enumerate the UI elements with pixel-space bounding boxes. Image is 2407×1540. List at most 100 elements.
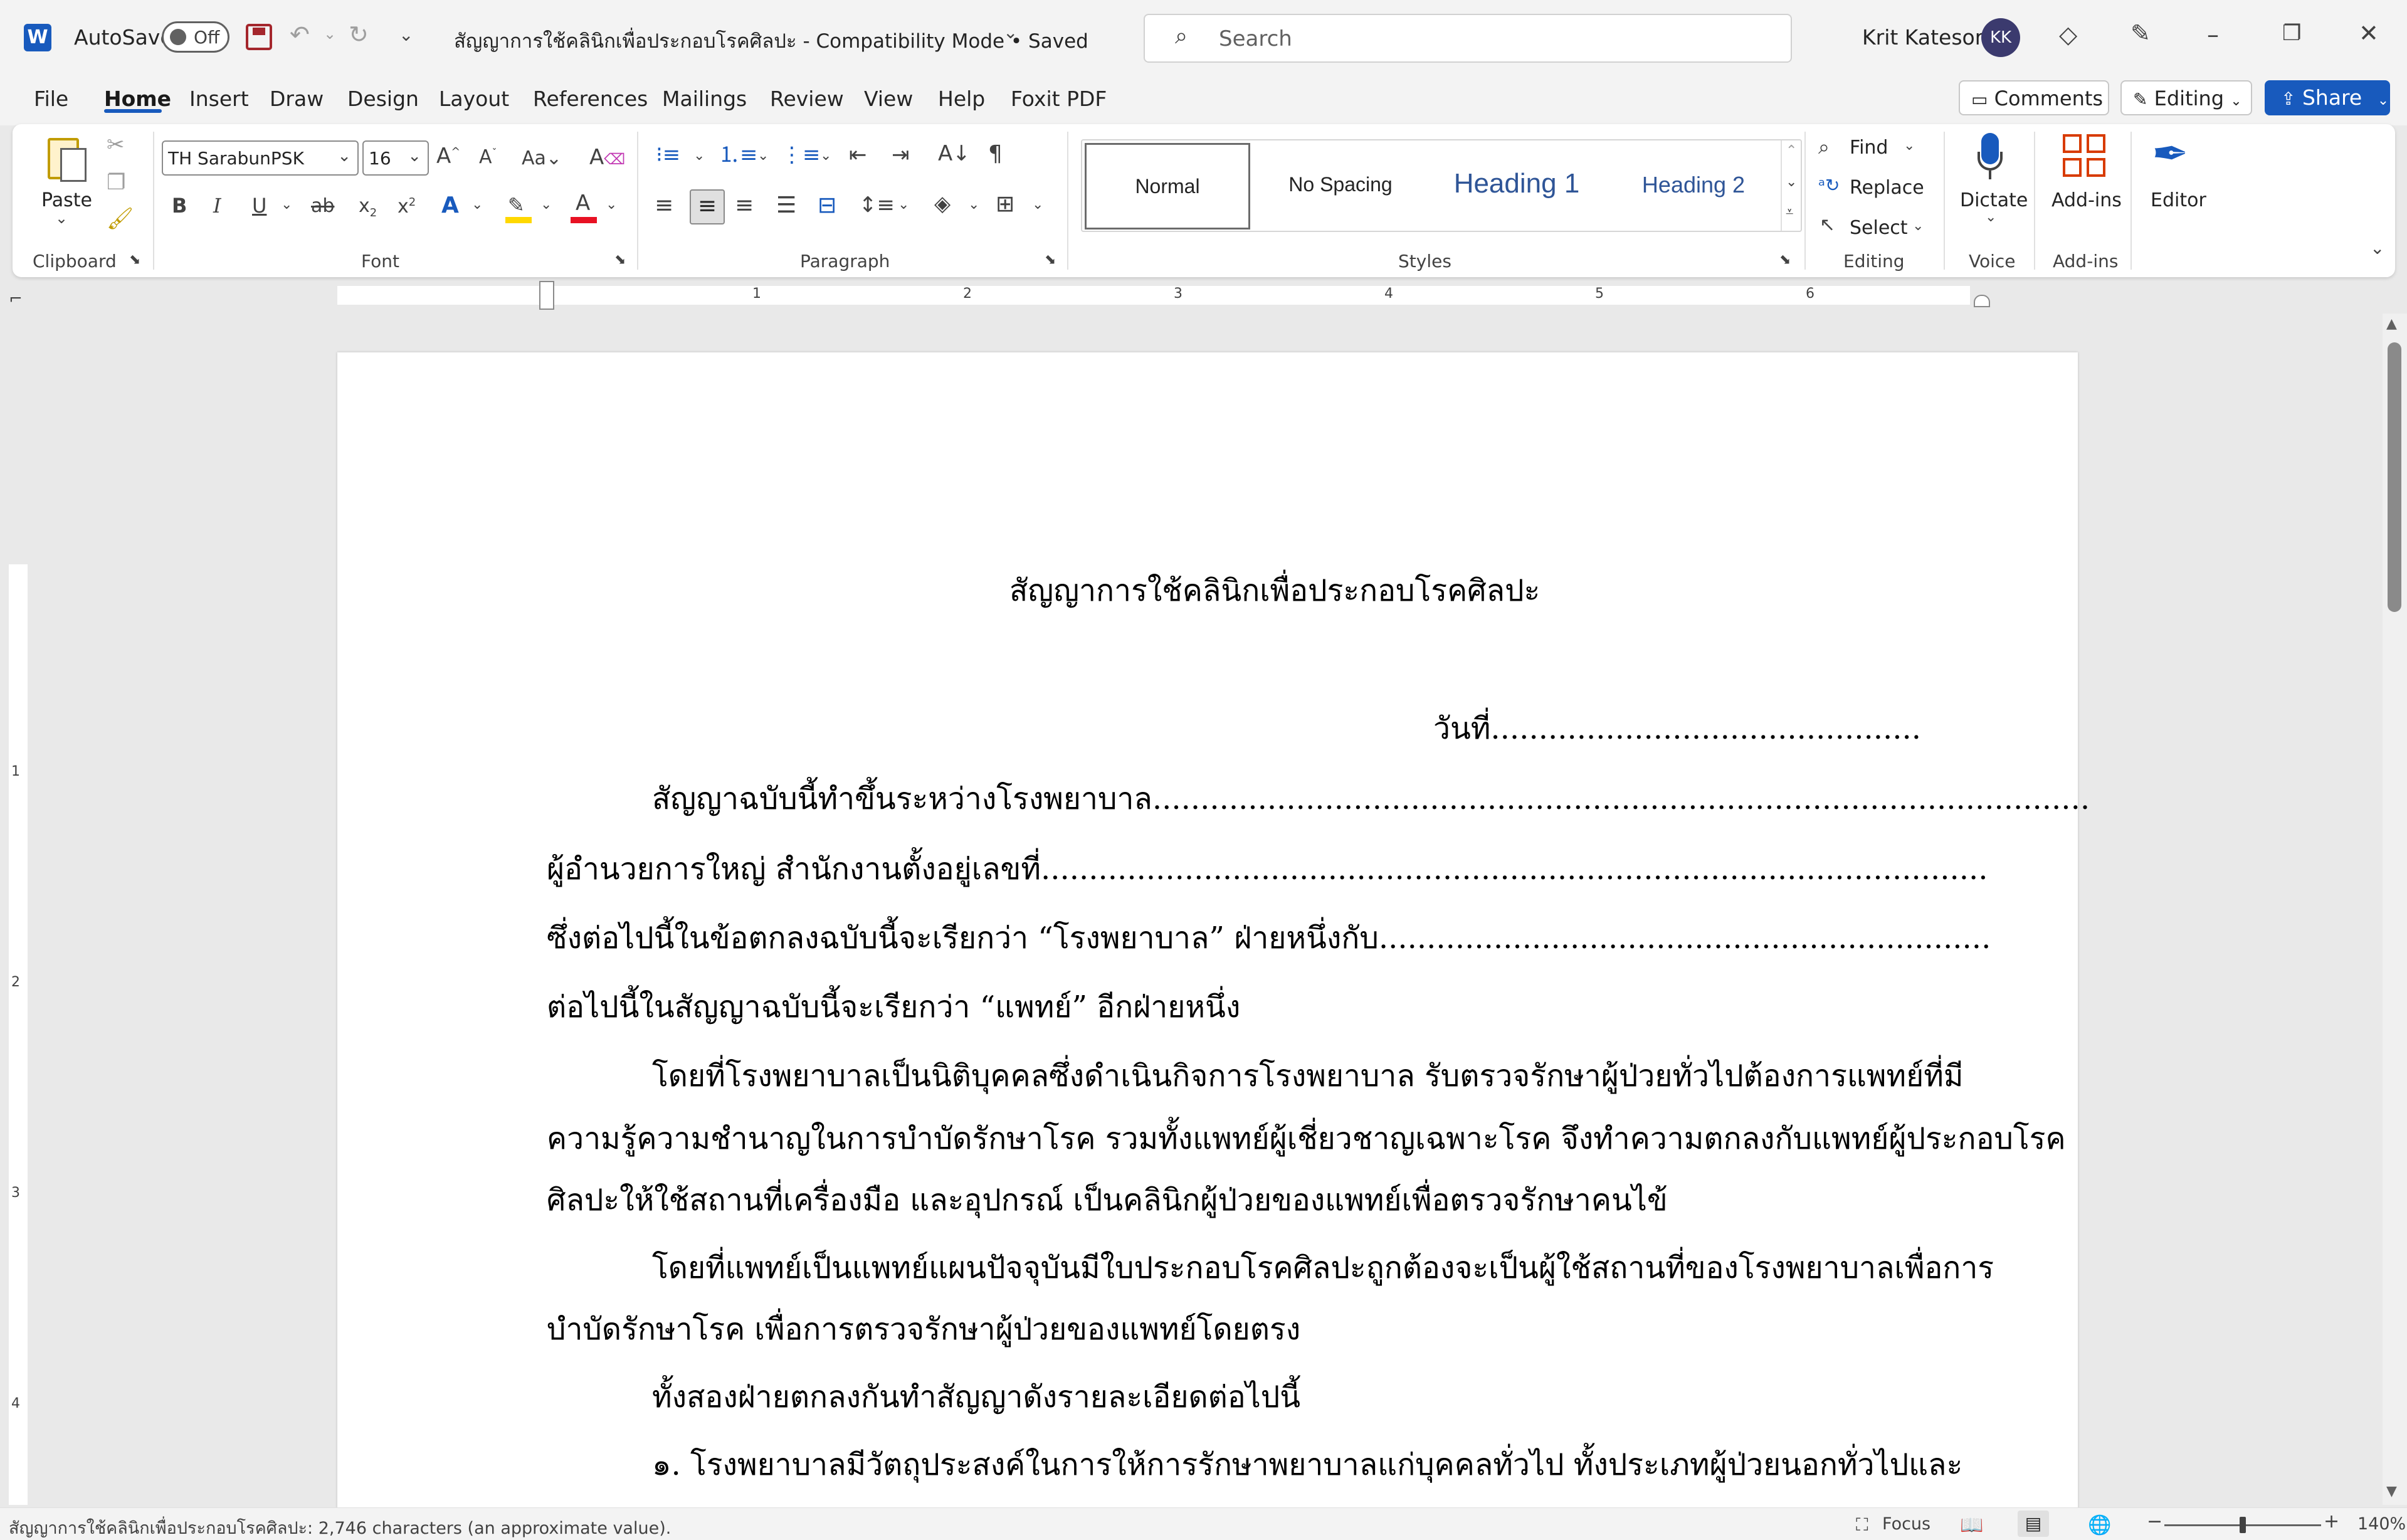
underline-dropdown-icon[interactable]: ⌄	[281, 198, 292, 212]
line-spacing-icon[interactable]: ↕≡	[859, 194, 895, 216]
document-page[interactable]: สัญญาการใช้คลินิกเพื่อประกอบโรคศิลปะ วัน…	[337, 352, 2090, 1519]
tab-home[interactable]: Home	[104, 87, 171, 111]
print-layout-icon[interactable]: ▤	[2018, 1511, 2049, 1537]
numbering-dropdown-icon[interactable]: ⌄	[757, 149, 769, 163]
zoom-out-icon[interactable]: −	[2147, 1511, 2162, 1532]
autosave-toggle[interactable]: Off	[162, 21, 229, 53]
borders-icon[interactable]: ⊞	[996, 193, 1014, 216]
close-icon[interactable]: ✕	[2359, 21, 2379, 45]
bullets-icon[interactable]: ⁝≡	[656, 144, 680, 166]
style-normal[interactable]: Normal	[1085, 143, 1250, 229]
tab-view[interactable]: View	[864, 87, 913, 111]
multilevel-dropdown-icon[interactable]: ⌄	[820, 149, 831, 163]
save-icon[interactable]	[246, 24, 272, 50]
scroll-down-icon[interactable]: ▼	[2386, 1484, 2397, 1499]
replace-label[interactable]: Replace	[1850, 177, 1924, 199]
comments-button[interactable]: ▭ Comments	[1959, 80, 2109, 115]
zoom-level[interactable]: 140%	[2357, 1514, 2406, 1534]
tab-foxit-pdf[interactable]: Foxit PDF	[1011, 87, 1107, 111]
undo-dropdown-icon[interactable]: ⌄	[324, 26, 336, 41]
read-mode-icon[interactable]: 📖	[1960, 1514, 1983, 1536]
highlight-icon[interactable]: ✎	[505, 193, 533, 223]
zoom-slider-thumb[interactable]	[2240, 1517, 2246, 1533]
text-effects-dropdown-icon[interactable]: ⌄	[471, 198, 483, 212]
scroll-thumb[interactable]	[2388, 342, 2401, 612]
shading-icon[interactable]: ◈	[934, 193, 951, 214]
text-effects-icon[interactable]: A	[441, 194, 459, 217]
font-name-combo[interactable]: TH SarabunPSK ⌄	[162, 140, 359, 176]
avatar[interactable]: KK	[1981, 18, 2020, 57]
align-left-icon[interactable]: ≡	[655, 194, 673, 217]
shrink-font-icon[interactable]: Aˇ	[479, 148, 497, 167]
replace-icon[interactable]: ᵃ↻	[1818, 177, 1840, 194]
find-icon[interactable]: ⌕	[1818, 137, 1830, 157]
first-line-indent-marker[interactable]	[539, 281, 554, 310]
align-right-icon[interactable]: ≡	[735, 194, 754, 217]
sort-icon[interactable]: A↓	[938, 143, 971, 164]
align-center-icon[interactable]: ≡	[690, 189, 725, 224]
add-ins-label[interactable]: Add-ins	[2051, 189, 2122, 211]
decrease-indent-icon[interactable]: ⇤	[849, 144, 867, 166]
shading-dropdown-icon[interactable]: ⌄	[968, 198, 979, 212]
change-case-icon[interactable]: Aa⌄	[522, 149, 562, 168]
bullets-dropdown-icon[interactable]: ⌄	[693, 149, 705, 163]
editor-icon[interactable]: ✒	[2152, 132, 2189, 176]
show-formatting-icon[interactable]: ¶	[988, 143, 1003, 166]
tab-mailings[interactable]: Mailings	[662, 87, 747, 111]
right-indent-marker[interactable]	[1974, 295, 1990, 307]
select-dropdown-icon[interactable]: ⌄	[1912, 219, 1924, 233]
grow-font-icon[interactable]: A^	[436, 145, 460, 167]
web-layout-icon[interactable]: 🌐	[2088, 1514, 2111, 1536]
paste-label[interactable]: Paste	[41, 189, 92, 211]
italic-icon[interactable]: I	[213, 196, 221, 216]
editing-mode-button[interactable]: ✎ Editing ⌄	[2120, 80, 2252, 115]
borders-dropdown-icon[interactable]: ⌄	[1032, 198, 1043, 212]
underline-icon[interactable]: U	[252, 196, 266, 216]
select-label[interactable]: Select	[1850, 217, 1908, 239]
user-name[interactable]: Krit Katesorn	[1862, 25, 1996, 50]
redo-icon[interactable]: ↻	[349, 23, 369, 46]
tab-layout[interactable]: Layout	[439, 87, 509, 111]
focus-label[interactable]: Focus	[1882, 1514, 1930, 1534]
editor-label[interactable]: Editor	[2151, 189, 2206, 211]
collapse-ribbon-icon[interactable]: ⌄	[2370, 240, 2384, 257]
find-label[interactable]: Find	[1850, 137, 1888, 159]
diamond-icon[interactable]: ◇	[2059, 23, 2077, 46]
increase-indent-icon[interactable]: ⇥	[892, 144, 910, 166]
minimize-icon[interactable]: –	[2207, 23, 2219, 46]
paste-dropdown-icon[interactable]: ⌄	[55, 211, 68, 226]
tab-help[interactable]: Help	[938, 87, 985, 111]
font-color-icon[interactable]: A	[571, 191, 598, 223]
clipboard-launcher-icon[interactable]: ⬊	[129, 253, 140, 267]
styles-more-icon[interactable]: ⩡	[1786, 206, 1793, 219]
focus-icon[interactable]: ⛶	[1856, 1514, 1868, 1536]
microphone-icon[interactable]	[1978, 133, 2003, 179]
title-dropdown-icon[interactable]: ⌄	[1003, 24, 1018, 41]
styles-down-icon[interactable]: ⌄	[1786, 176, 1797, 189]
numbering-icon[interactable]: ⒈≡	[719, 144, 758, 166]
tab-file[interactable]: File	[34, 87, 68, 111]
undo-icon[interactable]: ↶	[290, 23, 310, 46]
multilevel-list-icon[interactable]: ⋮≡	[781, 144, 821, 166]
document-title[interactable]: สัญญาการใช้คลินิกเพื่อประกอบโรคศิลปะ - C…	[454, 25, 1088, 56]
word-count[interactable]: สัญญาการใช้คลินิกเพื่อประกอบโรคศิลปะ: 2,…	[9, 1514, 671, 1540]
tab-review[interactable]: Review	[770, 87, 844, 111]
strikethrough-icon[interactable]: ab	[311, 197, 334, 216]
select-icon[interactable]: ↖	[1820, 216, 1835, 235]
format-painter-icon[interactable]: 🖌	[107, 208, 134, 229]
find-dropdown-icon[interactable]: ⌄	[1904, 139, 1915, 153]
clear-formatting-icon[interactable]: A⌫	[589, 147, 625, 168]
dictate-label[interactable]: Dictate	[1960, 189, 2028, 211]
styles-up-icon[interactable]: ⌃	[1786, 144, 1797, 158]
line-spacing-dropdown-icon[interactable]: ⌄	[898, 198, 909, 212]
bold-icon[interactable]: B	[172, 196, 187, 216]
style-heading-2[interactable]: Heading 2	[1609, 143, 1778, 229]
font-launcher-icon[interactable]: ⬊	[614, 253, 626, 267]
superscript-icon[interactable]: x2	[398, 197, 416, 216]
styles-launcher-icon[interactable]: ⬊	[1779, 253, 1791, 267]
tab-selector-icon[interactable]: ⌐	[9, 290, 23, 309]
tab-draw[interactable]: Draw	[270, 87, 324, 111]
style-no-spacing[interactable]: No Spacing	[1258, 143, 1423, 229]
paste-icon[interactable]	[44, 133, 88, 184]
copy-icon[interactable]: ❐	[107, 172, 125, 193]
